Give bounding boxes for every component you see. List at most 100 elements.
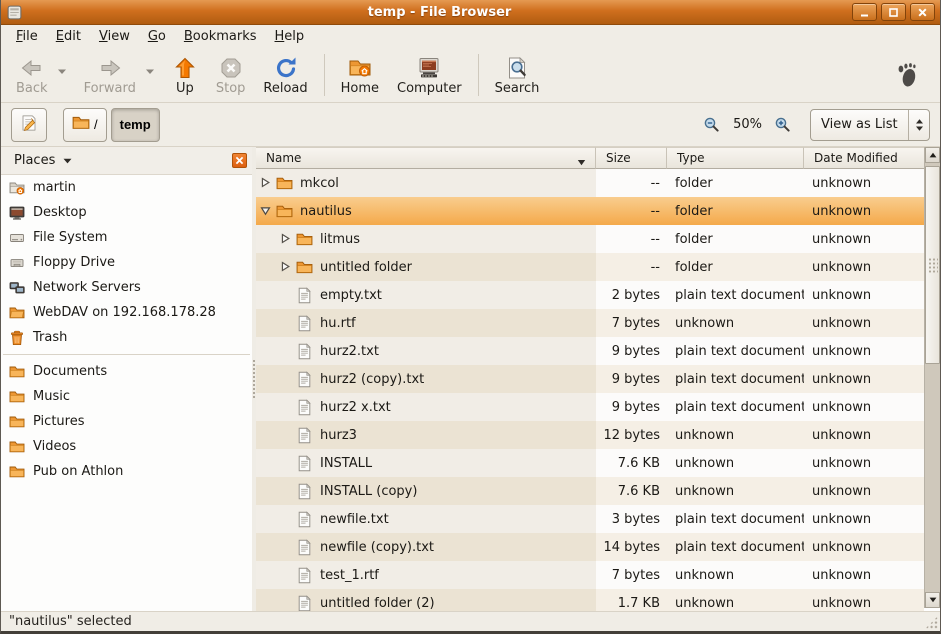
reload-icon: [274, 56, 298, 80]
sidebar-item-pub-on-athlon[interactable]: Pub on Athlon: [1, 459, 252, 484]
places-selector[interactable]: Places: [6, 150, 232, 171]
folder-icon: [9, 389, 25, 405]
sidebar-item-floppy-drive[interactable]: Floppy Drive: [1, 250, 252, 275]
expander-collapsed-icon[interactable]: [260, 177, 273, 190]
chevron-down-icon: [63, 153, 72, 168]
sidebar-item-documents[interactable]: Documents: [1, 359, 252, 384]
expander-spacer: [280, 569, 293, 582]
menu-item-go[interactable]: Go: [139, 27, 175, 46]
titlebar[interactable]: temp - File Browser: [1, 0, 940, 25]
vertical-scrollbar[interactable]: [924, 147, 940, 608]
maximize-button[interactable]: [881, 3, 906, 21]
file-row[interactable]: INSTALL7.6 KBunknownunknown: [256, 449, 924, 477]
sidebar-item-file-system[interactable]: File System: [1, 225, 252, 250]
column-header-date-modified[interactable]: Date Modified: [804, 147, 924, 169]
sidebar-item-martin[interactable]: martin: [1, 175, 252, 200]
forward-label: Forward: [84, 81, 136, 96]
resize-grip[interactable]: [925, 616, 938, 629]
zoom-in-button[interactable]: [774, 116, 792, 134]
file-name: empty.txt: [320, 288, 382, 303]
computer-icon: [417, 56, 441, 80]
sidebar-item-pictures[interactable]: Pictures: [1, 409, 252, 434]
file-row[interactable]: newfile (copy).txt14 bytesplain text doc…: [256, 533, 924, 561]
sidebar-item-network-servers[interactable]: Network Servers: [1, 275, 252, 300]
home-button[interactable]: Home: [332, 52, 388, 98]
scrollbar-track[interactable]: [925, 163, 940, 592]
sidebar-item-desktop[interactable]: Desktop: [1, 200, 252, 225]
file-name: nautilus: [300, 204, 352, 219]
file-icon: [296, 399, 313, 416]
file-row[interactable]: mkcol--folderunknown: [256, 169, 924, 197]
root-path-button[interactable]: /: [63, 108, 107, 142]
file-row[interactable]: empty.txt2 bytesplain text documentunkno…: [256, 281, 924, 309]
scroll-down-button[interactable]: [925, 592, 940, 608]
file-row[interactable]: newfile.txt3 bytesplain text documentunk…: [256, 505, 924, 533]
file-row[interactable]: test_1.rtf7 bytesunknownunknown: [256, 561, 924, 589]
file-icon: [296, 595, 313, 612]
column-header-name[interactable]: Name: [256, 147, 596, 169]
scroll-up-button[interactable]: [925, 147, 940, 163]
up-button[interactable]: Up: [163, 52, 207, 98]
file-size: 7 bytes: [596, 309, 667, 337]
menu-item-bookmarks[interactable]: Bookmarks: [175, 27, 266, 46]
current-path-button[interactable]: temp: [111, 108, 160, 142]
menu-item-help[interactable]: Help: [266, 27, 314, 46]
sidebar-item-label: WebDAV on 192.168.178.28: [33, 305, 216, 320]
file-row[interactable]: untitled folder--folderunknown: [256, 253, 924, 281]
folder-icon: [9, 464, 25, 480]
toolbar-separator: [324, 54, 325, 96]
minimize-button[interactable]: [852, 3, 877, 21]
edit-location-button[interactable]: [11, 108, 47, 142]
file-row[interactable]: litmus--folderunknown: [256, 225, 924, 253]
close-button[interactable]: [910, 3, 935, 21]
scrollbar-thumb[interactable]: [925, 166, 940, 364]
file-row[interactable]: hurz2 x.txt9 bytesplain text documentunk…: [256, 393, 924, 421]
column-header-type[interactable]: Type: [667, 147, 804, 169]
file-row[interactable]: hu.rtf7 bytesunknownunknown: [256, 309, 924, 337]
computer-label: Computer: [397, 81, 462, 96]
sidebar-item-videos[interactable]: Videos: [1, 434, 252, 459]
file-row[interactable]: INSTALL (copy)7.6 KBunknownunknown: [256, 477, 924, 505]
file-type: plain text document: [667, 505, 804, 533]
expander-expanded-icon[interactable]: [260, 205, 273, 218]
file-type: unknown: [667, 561, 804, 589]
sidebar-item-label: File System: [33, 230, 107, 245]
file-date-modified: unknown: [804, 281, 924, 309]
reload-button[interactable]: Reload: [254, 52, 316, 98]
menu-item-file[interactable]: File: [7, 27, 47, 46]
sidebar-item-webdav-on-192-168-178-28[interactable]: WebDAV on 192.168.178.28: [1, 300, 252, 325]
expander-collapsed-icon[interactable]: [280, 261, 293, 274]
computer-button[interactable]: Computer: [388, 52, 471, 98]
sidebar-close-button[interactable]: [232, 153, 247, 168]
file-date-modified: unknown: [804, 533, 924, 561]
column-header-size[interactable]: Size: [596, 147, 667, 169]
back-history-dropdown[interactable]: [57, 64, 71, 79]
file-list: NameSize Type Date Modified mkcol--folderu…: [256, 147, 924, 611]
file-row[interactable]: hurz312 bytesunknownunknown: [256, 421, 924, 449]
file-icon: [296, 315, 313, 332]
zoom-level: 50%: [733, 117, 762, 132]
expander-collapsed-icon[interactable]: [280, 233, 293, 246]
view-mode-select[interactable]: View as List: [810, 109, 930, 141]
file-row[interactable]: hurz2.txt9 bytesplain text documentunkno…: [256, 337, 924, 365]
splitter-grip-icon: [252, 359, 256, 399]
sidebar-item-music[interactable]: Music: [1, 384, 252, 409]
sidebar-item-trash[interactable]: Trash: [1, 325, 252, 350]
file-row[interactable]: nautilus--folderunknown: [256, 197, 924, 225]
menu-item-edit[interactable]: Edit: [47, 27, 90, 46]
sidebar-item-label: martin: [33, 180, 76, 195]
file-row[interactable]: untitled folder (2)1.7 KBunknownunknown: [256, 589, 924, 611]
file-type: folder: [667, 169, 804, 197]
pane-splitter[interactable]: [252, 147, 256, 611]
folder-icon: [296, 231, 313, 248]
file-name: newfile (copy).txt: [320, 540, 434, 555]
file-type: unknown: [667, 309, 804, 337]
zoom-out-button[interactable]: [703, 116, 721, 134]
menu-hotkey: F: [16, 29, 23, 44]
menu-item-view[interactable]: View: [90, 27, 139, 46]
column-label: Type: [677, 151, 705, 165]
file-row[interactable]: hurz2 (copy).txt9 bytesplain text docume…: [256, 365, 924, 393]
sidebar-item-label: Trash: [33, 330, 67, 345]
search-button[interactable]: Search: [486, 52, 549, 98]
forward-history-dropdown[interactable]: [145, 64, 159, 79]
